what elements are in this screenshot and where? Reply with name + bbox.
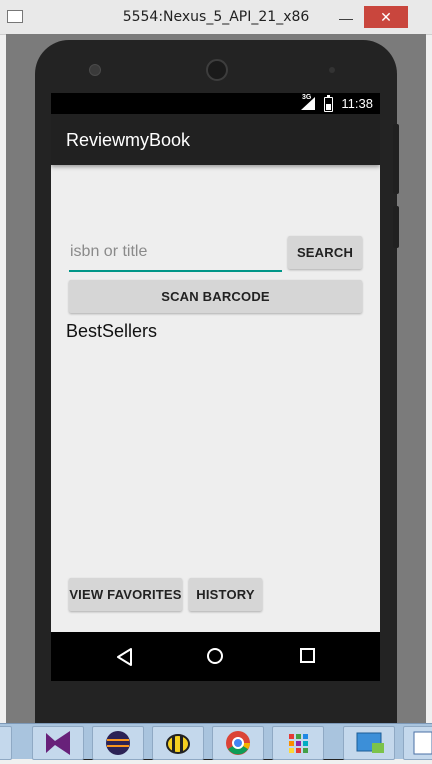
sensor-icon bbox=[329, 67, 335, 73]
back-icon[interactable] bbox=[115, 647, 135, 667]
app-toolbar: ReviewmyBook bbox=[51, 114, 380, 165]
search-button[interactable]: SEARCH bbox=[288, 236, 362, 269]
control-panel-icon[interactable] bbox=[343, 726, 395, 760]
history-button[interactable]: HISTORY bbox=[189, 578, 262, 611]
status-bar: 3G 11:38 bbox=[51, 93, 380, 114]
apps-grid-icon[interactable] bbox=[272, 726, 324, 760]
view-favorites-button[interactable]: VIEW FAVORITES bbox=[69, 578, 182, 611]
app-title: ReviewmyBook bbox=[66, 130, 191, 150]
home-icon[interactable] bbox=[207, 648, 223, 664]
scan-barcode-button[interactable]: SCAN BARCODE bbox=[69, 280, 362, 313]
speaker-icon bbox=[206, 59, 228, 81]
visual-studio-icon[interactable] bbox=[32, 726, 84, 760]
notepad-icon[interactable] bbox=[403, 726, 432, 760]
bestsellers-heading: BestSellers bbox=[66, 321, 158, 341]
power-key[interactable] bbox=[393, 206, 399, 248]
eclipse-icon[interactable] bbox=[92, 726, 144, 760]
window-titlebar: 5554:Nexus_5_API_21_x86 — ✕ bbox=[0, 0, 432, 35]
taskbar bbox=[0, 723, 432, 760]
signal-icon bbox=[301, 97, 315, 110]
bee-app-icon[interactable] bbox=[152, 726, 204, 760]
status-time: 11:38 bbox=[341, 96, 373, 111]
close-icon[interactable]: ✕ bbox=[364, 6, 408, 28]
battery-icon bbox=[324, 95, 333, 112]
nav-bar bbox=[51, 632, 380, 681]
phone-screen: 3G 11:38 ReviewmyBook SEARCH SCAN BARCOD… bbox=[51, 93, 380, 681]
recents-icon[interactable] bbox=[300, 648, 315, 663]
minimize-icon[interactable]: — bbox=[331, 8, 361, 28]
chrome-icon[interactable] bbox=[212, 726, 264, 760]
search-input[interactable] bbox=[69, 236, 282, 272]
volume-key[interactable] bbox=[393, 124, 399, 194]
camera-icon bbox=[89, 64, 101, 76]
start-edge[interactable] bbox=[0, 726, 12, 760]
